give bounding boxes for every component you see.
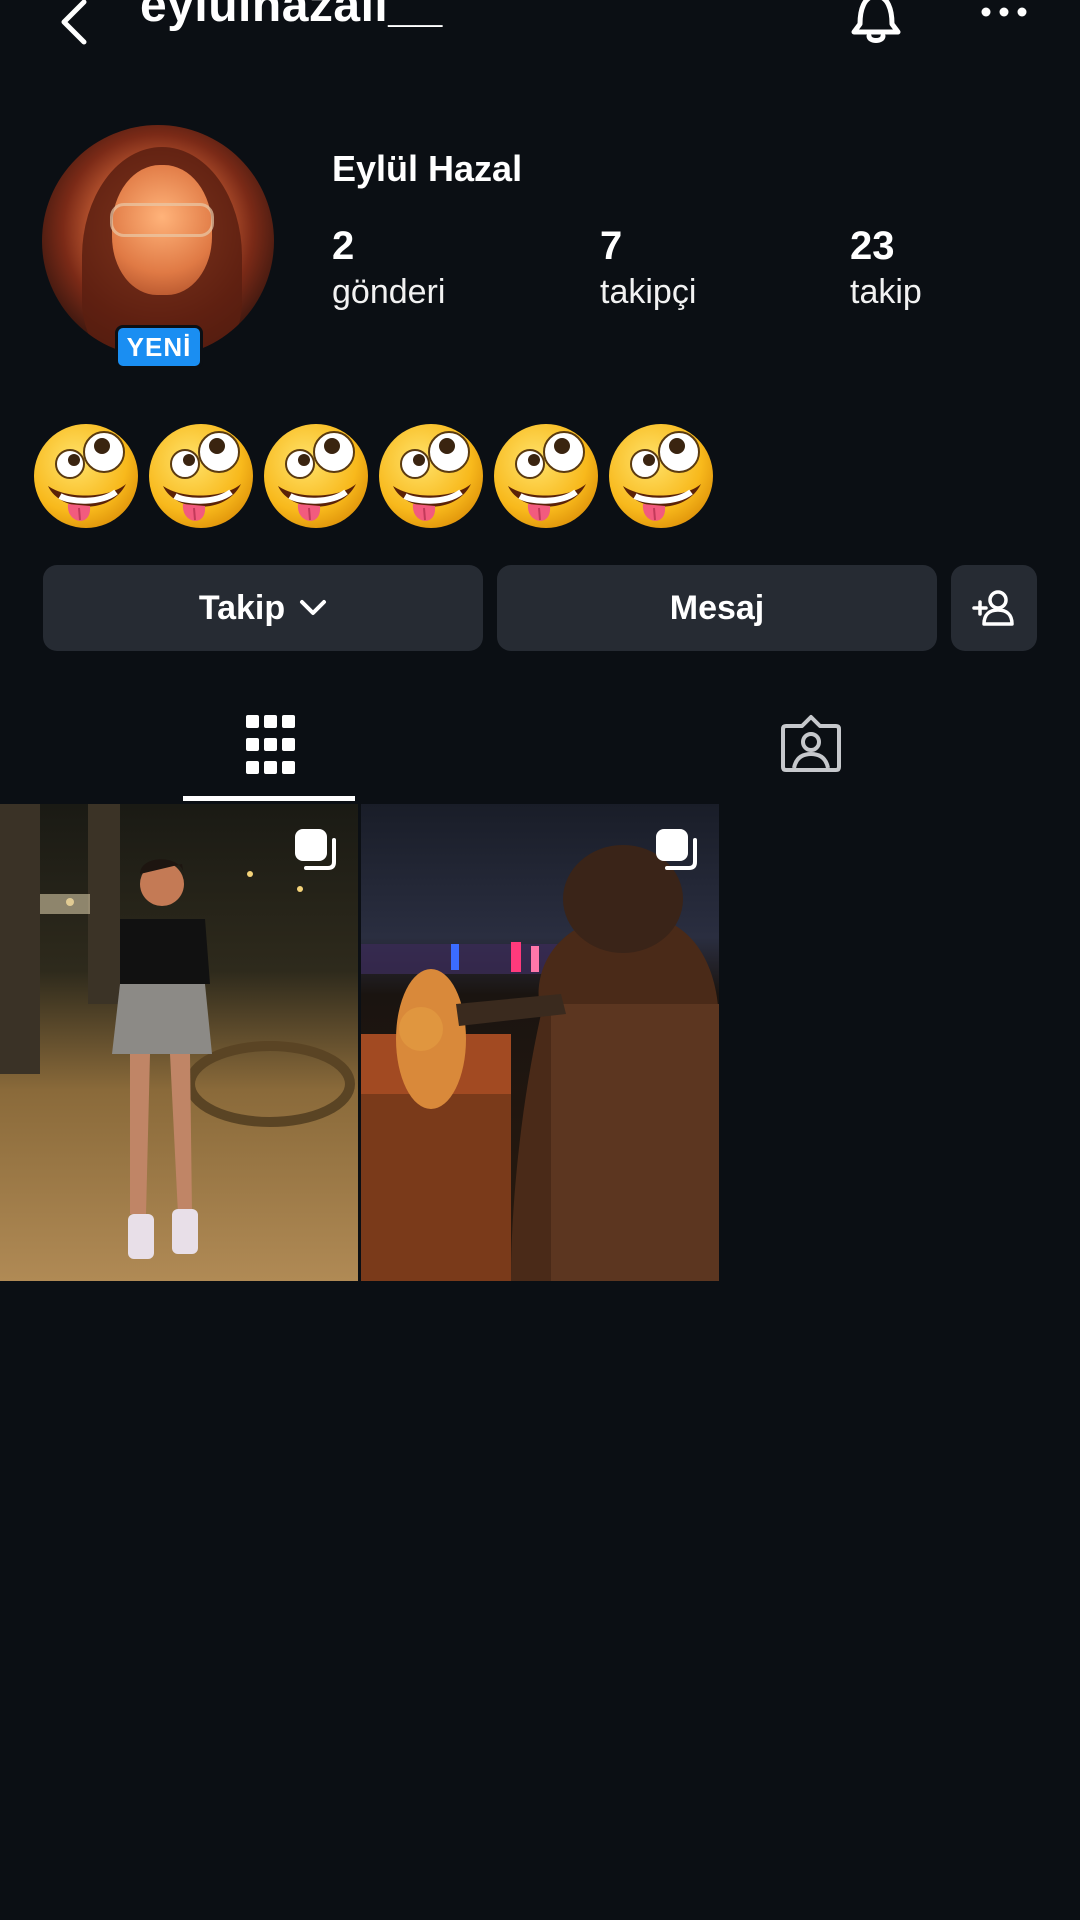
stat-following[interactable]: 23 takip xyxy=(850,222,922,314)
display-name: Eylül Hazal xyxy=(332,148,523,189)
posts-label: gönderi xyxy=(332,273,446,311)
tab-posts-grid[interactable] xyxy=(0,700,540,802)
chevron-down-icon xyxy=(300,600,327,615)
post-thumbnail-2[interactable] xyxy=(361,804,719,1281)
zany-face-emoji-icon xyxy=(260,420,372,532)
carousel-icon xyxy=(656,829,697,870)
bell-icon xyxy=(851,0,901,43)
stat-posts[interactable]: 2 gönderi xyxy=(332,222,445,314)
profile-page: eylulhazall__ YENİ Eylül Hazal 2 gönderi xyxy=(0,0,1080,1920)
tagged-person-icon xyxy=(781,715,841,772)
grid-icon xyxy=(246,715,295,774)
zany-face-emoji-icon xyxy=(605,420,717,532)
tab-tagged[interactable] xyxy=(540,700,1080,802)
more-horizontal-icon xyxy=(981,7,1027,17)
add-person-icon xyxy=(972,590,1014,626)
following-count: 23 xyxy=(850,224,895,268)
followers-label: takipçi xyxy=(600,273,697,311)
zany-face-emoji-icon xyxy=(375,420,487,532)
following-label: takip xyxy=(850,273,922,311)
followers-count: 7 xyxy=(600,224,623,268)
chevron-left-icon xyxy=(61,0,87,45)
bio xyxy=(30,420,720,540)
top-bar: eylulhazall__ xyxy=(0,0,1080,60)
post-image-2 xyxy=(361,804,719,1281)
active-tab-indicator xyxy=(183,796,355,801)
follow-button-label: Takip xyxy=(198,588,286,627)
stat-followers[interactable]: 7 takipçi xyxy=(600,222,696,314)
zany-face-emoji-icon xyxy=(145,420,257,532)
post-thumbnail-1[interactable] xyxy=(0,804,358,1281)
zany-face-emoji-icon xyxy=(490,420,602,532)
back-button[interactable] xyxy=(50,0,100,52)
post-image-1 xyxy=(0,804,358,1281)
profile-username: eylulhazall__ xyxy=(140,0,443,32)
message-button[interactable]: Mesaj xyxy=(497,565,937,651)
zany-face-emoji-icon xyxy=(30,420,142,532)
avatar[interactable] xyxy=(42,125,274,357)
carousel-icon xyxy=(295,829,336,870)
follow-button[interactable]: Takip xyxy=(43,565,483,651)
more-options-button[interactable] xyxy=(976,0,1036,32)
message-button-label: Mesaj xyxy=(669,588,765,627)
posts-count: 2 xyxy=(332,224,355,268)
new-badge: YENİ xyxy=(115,325,203,369)
profile-tabs xyxy=(0,700,1080,802)
suggested-users-button[interactable] xyxy=(951,565,1037,651)
notifications-button[interactable] xyxy=(846,0,906,50)
profile-avatar-wrapper[interactable]: YENİ xyxy=(42,125,274,369)
